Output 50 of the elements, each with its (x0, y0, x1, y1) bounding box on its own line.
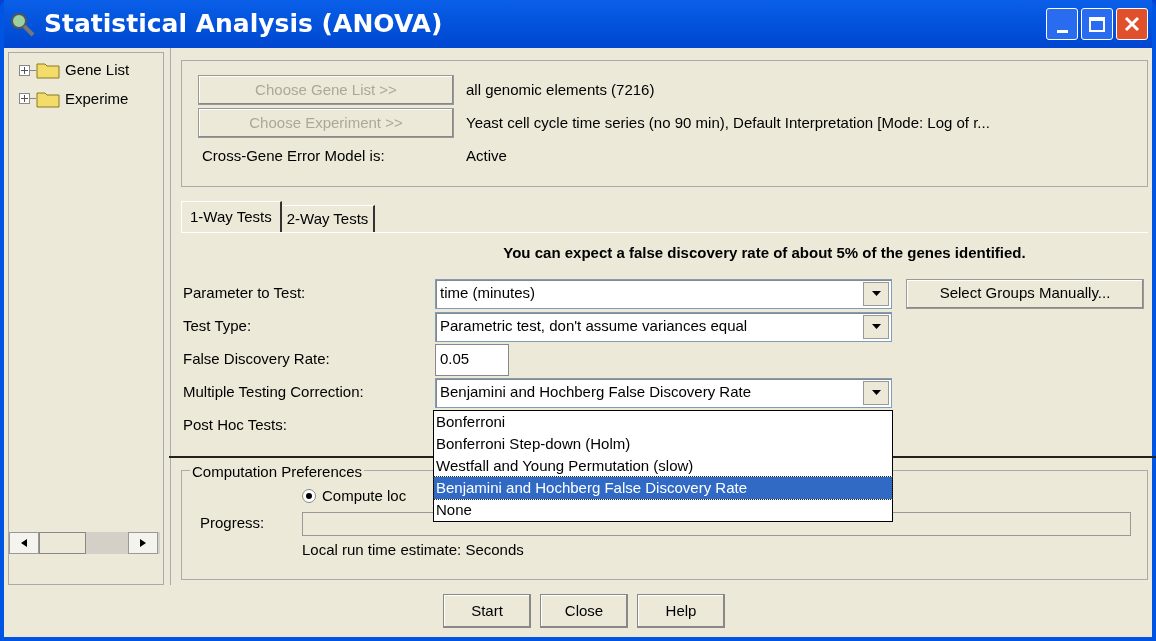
dialog-button[interactable]: Help (637, 594, 725, 628)
tab[interactable]: 1-Way Tests (181, 201, 282, 232)
dropdown-field[interactable]: Parametric test, don't assume variances equal (435, 311, 892, 342)
right-arrow-icon (140, 539, 146, 547)
field-label: Parameter to Test: (183, 283, 307, 304)
dropdown-field[interactable]: Benjamini and Hochberg False Discovery Rate (435, 377, 892, 408)
dropdown-arrow-icon (871, 324, 881, 329)
close-button[interactable] (1116, 8, 1148, 40)
horizontal-scrollbar[interactable] (9, 532, 160, 554)
scroll-left-button[interactable] (9, 532, 39, 554)
field-label: False Discovery Rate: (183, 349, 331, 370)
dropdown-option[interactable]: None (434, 499, 892, 521)
close-icon (1123, 15, 1141, 33)
run-time-estimate: Local run time estimate: Seconds (301, 539, 525, 560)
left-arrow-icon (21, 539, 27, 547)
dialog-button[interactable]: Start (443, 594, 531, 628)
dropdown-arrow-icon (871, 291, 881, 296)
expander-icon[interactable] (19, 64, 30, 76)
error-model-value: Active (466, 145, 507, 166)
radio-button[interactable] (302, 489, 316, 504)
select-groups-button[interactable]: Select Groups Manually... (906, 278, 1144, 309)
tab[interactable]: 2-Way Tests (281, 205, 376, 232)
dropdown-option[interactable]: Benjamini and Hochberg False Discovery Rate (434, 477, 892, 499)
dropdown-arrow-icon (871, 390, 881, 395)
dialog-button[interactable]: Close (540, 594, 628, 628)
maximize-button[interactable] (1081, 8, 1113, 40)
minimize-button[interactable] (1046, 8, 1078, 40)
dropdown-field[interactable]: time (minutes) (435, 278, 892, 309)
scroll-thumb[interactable] (39, 532, 86, 554)
field-label: Post Hoc Tests: (183, 415, 288, 436)
input-field[interactable]: 0.05 (435, 343, 509, 376)
magnifier-icon (8, 10, 36, 38)
dropdown-option[interactable]: Bonferroni (434, 411, 892, 433)
folder-icon (36, 89, 60, 108)
scroll-right-button[interactable] (128, 532, 158, 554)
radio-label: Compute loc (322, 486, 407, 506)
field-label: Test Type: (183, 316, 253, 337)
window-title: Statistical Analysis (ANOVA) (44, 8, 443, 41)
fdr-message: You can expect a false discovery rate of about 5% of the genes identified. (502, 243, 1027, 263)
progress-label: Progress: (199, 513, 266, 534)
tree-item[interactable]: Experime (65, 87, 129, 110)
tree-item[interactable]: Gene List (65, 59, 130, 82)
expander-icon[interactable] (19, 93, 30, 105)
folder-icon (36, 61, 60, 80)
dropdown-option[interactable]: Westfall and Young Permutation (slow) (434, 455, 892, 477)
selection-value: all genomic elements (7216) (466, 79, 655, 100)
dropdown-option[interactable]: Bonferroni Step-down (Holm) (434, 433, 892, 455)
field-label: Multiple Testing Correction: (183, 382, 365, 403)
error-model-label: Cross-Gene Error Model is: (201, 145, 386, 166)
selection-value: Yeast cell cycle time series (no 90 min), Default Interpretation [Mode: Log of r... (466, 112, 990, 133)
